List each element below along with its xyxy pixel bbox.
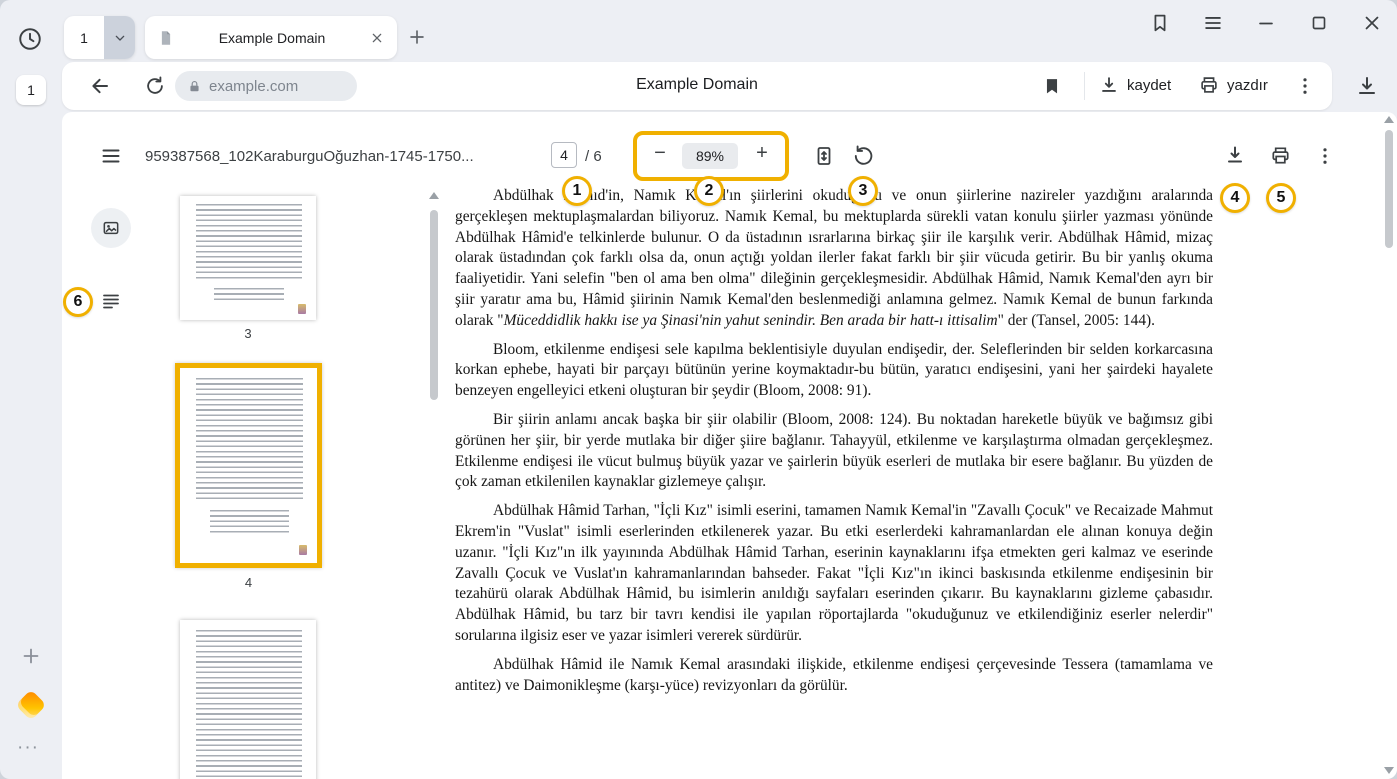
thumbnail-panel-scrollbar[interactable] bbox=[428, 190, 440, 775]
thumbnail-text-lines bbox=[196, 630, 302, 779]
bookmark-icon[interactable] bbox=[1041, 75, 1063, 97]
window-controls bbox=[1149, 12, 1383, 34]
browser-side-rail: 1 ··· bbox=[0, 0, 62, 779]
rotate-icon[interactable] bbox=[851, 144, 875, 168]
tab-strip: 1 Example Domain bbox=[62, 0, 1397, 62]
thumbnail-label-4: 4 bbox=[175, 575, 322, 590]
zoom-level-value: 89% bbox=[696, 148, 724, 164]
callout-4: 4 bbox=[1220, 183, 1250, 213]
download-icon bbox=[1098, 74, 1120, 96]
callout-2: 2 bbox=[694, 176, 724, 206]
pdf-download-icon[interactable] bbox=[1223, 143, 1247, 167]
text-segment: Bir şiirin anlamı ancak başka bir şiir o… bbox=[455, 411, 1213, 490]
maximize-button[interactable] bbox=[1308, 12, 1330, 34]
menu-icon[interactable] bbox=[1202, 12, 1224, 34]
scroll-down-arrow[interactable] bbox=[1384, 767, 1394, 774]
reload-icon[interactable] bbox=[144, 75, 166, 97]
save-button[interactable]: kaydet bbox=[1098, 74, 1171, 96]
browser-window: 1 ··· 1 Example Domain bbox=[0, 0, 1397, 779]
save-button-label: kaydet bbox=[1127, 77, 1171, 94]
rail-more-icon[interactable]: ··· bbox=[17, 737, 39, 759]
scroll-up-arrow[interactable] bbox=[1384, 116, 1394, 123]
minimize-button[interactable] bbox=[1255, 12, 1277, 34]
lock-icon bbox=[187, 79, 202, 94]
tab-close-icon[interactable] bbox=[369, 30, 385, 46]
more-options-icon[interactable] bbox=[1293, 74, 1317, 98]
page-total-label: / 6 bbox=[585, 148, 602, 165]
callout-6: 6 bbox=[63, 287, 93, 317]
text-segment: Bloom, etkilenme endişesi sele kapılma b… bbox=[455, 341, 1213, 400]
url-bar[interactable]: example.com bbox=[175, 71, 357, 101]
chevron-down-icon bbox=[112, 30, 128, 46]
divider bbox=[1084, 72, 1085, 100]
outline-view-icon[interactable] bbox=[99, 290, 123, 314]
tab-counter-label: 1 bbox=[64, 16, 104, 59]
pdf-filename: 959387568_102KaraburguOğuzhan-1745-1750.… bbox=[145, 148, 474, 165]
pdf-viewer: 959387568_102KaraburguOğuzhan-1745-1750.… bbox=[62, 112, 1397, 779]
page-title: Example Domain bbox=[442, 76, 952, 94]
page-favicon-icon bbox=[157, 29, 175, 47]
image-icon bbox=[101, 218, 121, 238]
close-button[interactable] bbox=[1361, 12, 1383, 34]
url-text: example.com bbox=[209, 78, 298, 95]
thumbnails-view-button[interactable] bbox=[91, 208, 131, 248]
callout-5: 5 bbox=[1266, 183, 1296, 213]
fit-to-page-icon[interactable] bbox=[812, 144, 836, 168]
document-scrollbar[interactable] bbox=[1383, 112, 1395, 779]
thumbnail-text-lines bbox=[214, 288, 284, 300]
callout-3: 3 bbox=[848, 176, 878, 206]
printer-icon bbox=[1198, 74, 1220, 96]
thumbnail-page-4-selected[interactable] bbox=[175, 363, 322, 568]
tab-example-domain[interactable]: Example Domain bbox=[145, 16, 397, 59]
history-clock-icon[interactable] bbox=[17, 26, 43, 52]
text-segment: Abdülhak Hâmıd'in, Namık Kemal'ın şiirle… bbox=[455, 187, 1213, 329]
zoom-in-button[interactable]: + bbox=[750, 140, 774, 166]
tab-counter-badge[interactable]: 1 bbox=[16, 75, 46, 105]
print-button[interactable]: yazdır bbox=[1198, 74, 1268, 96]
collections-icon[interactable] bbox=[1149, 12, 1171, 34]
downloads-icon[interactable] bbox=[1355, 74, 1379, 98]
page-number-input[interactable]: 4 bbox=[551, 142, 577, 168]
scrollbar-thumb[interactable] bbox=[1385, 130, 1393, 248]
pdf-text-layer: Abdülhak Hâmıd'in, Namık Kemal'ın şiirle… bbox=[455, 186, 1213, 704]
tab-counter-tab[interactable]: 1 bbox=[64, 16, 135, 59]
pdf-more-options-icon[interactable] bbox=[1313, 144, 1337, 168]
tab-title: Example Domain bbox=[175, 30, 369, 46]
paragraph: Abdülhak Hâmıd'in, Namık Kemal'ın şiirle… bbox=[455, 186, 1213, 332]
callout-1: 1 bbox=[562, 176, 592, 206]
navigation-bar: example.com Example Domain kaydet yazdır bbox=[62, 62, 1332, 110]
zoom-out-button[interactable]: − bbox=[648, 140, 672, 166]
text-segment: Abdülhak Hâmid ile Namık Kemal arasındak… bbox=[455, 656, 1213, 694]
rail-add-icon[interactable] bbox=[19, 644, 43, 668]
logo-shape bbox=[15, 689, 46, 720]
text-segment: Müceddidlik hakkı ise ya Şinasi'nin yahu… bbox=[504, 312, 998, 329]
paragraph: Abdülhak Hâmid Tarhan, "İçli Kız" isimli… bbox=[455, 501, 1213, 647]
thumbnail-text-lines bbox=[196, 204, 302, 280]
scroll-up-arrow[interactable] bbox=[429, 192, 439, 199]
thumbnail-page-5[interactable] bbox=[180, 620, 316, 779]
thumbnail-page-3[interactable] bbox=[180, 196, 316, 320]
scrollbar-thumb[interactable] bbox=[430, 210, 438, 400]
paragraph: Bloom, etkilenme endişesi sele kapılma b… bbox=[455, 340, 1213, 402]
text-segment: Abdülhak Hâmid Tarhan, "İçli Kız" isimli… bbox=[455, 502, 1213, 644]
print-button-label: yazdır bbox=[1227, 77, 1268, 94]
thumbnail-emblem bbox=[299, 545, 307, 555]
tab-list-button[interactable] bbox=[104, 16, 135, 59]
thumbnail-text-lines bbox=[210, 510, 289, 536]
page-number-value: 4 bbox=[560, 147, 568, 163]
thumbnail-text-lines bbox=[196, 378, 303, 500]
thumbnail-emblem bbox=[298, 304, 306, 314]
new-tab-button[interactable] bbox=[406, 26, 428, 48]
paragraph: Abdülhak Hâmid ile Namık Kemal arasındak… bbox=[455, 655, 1213, 697]
pdf-sidebar-toggle-icon[interactable] bbox=[99, 144, 123, 168]
browser-logo[interactable] bbox=[16, 690, 46, 720]
zoom-level-display: 89% bbox=[682, 143, 738, 169]
tab-counter-value: 1 bbox=[27, 82, 35, 98]
back-icon[interactable] bbox=[88, 74, 112, 98]
text-segment: " der (Tansel, 2005: 144). bbox=[998, 312, 1155, 329]
pdf-print-icon[interactable] bbox=[1269, 144, 1292, 167]
thumbnail-label-3: 3 bbox=[180, 326, 316, 341]
paragraph: Bir şiirin anlamı ancak başka bir şiir o… bbox=[455, 410, 1213, 493]
